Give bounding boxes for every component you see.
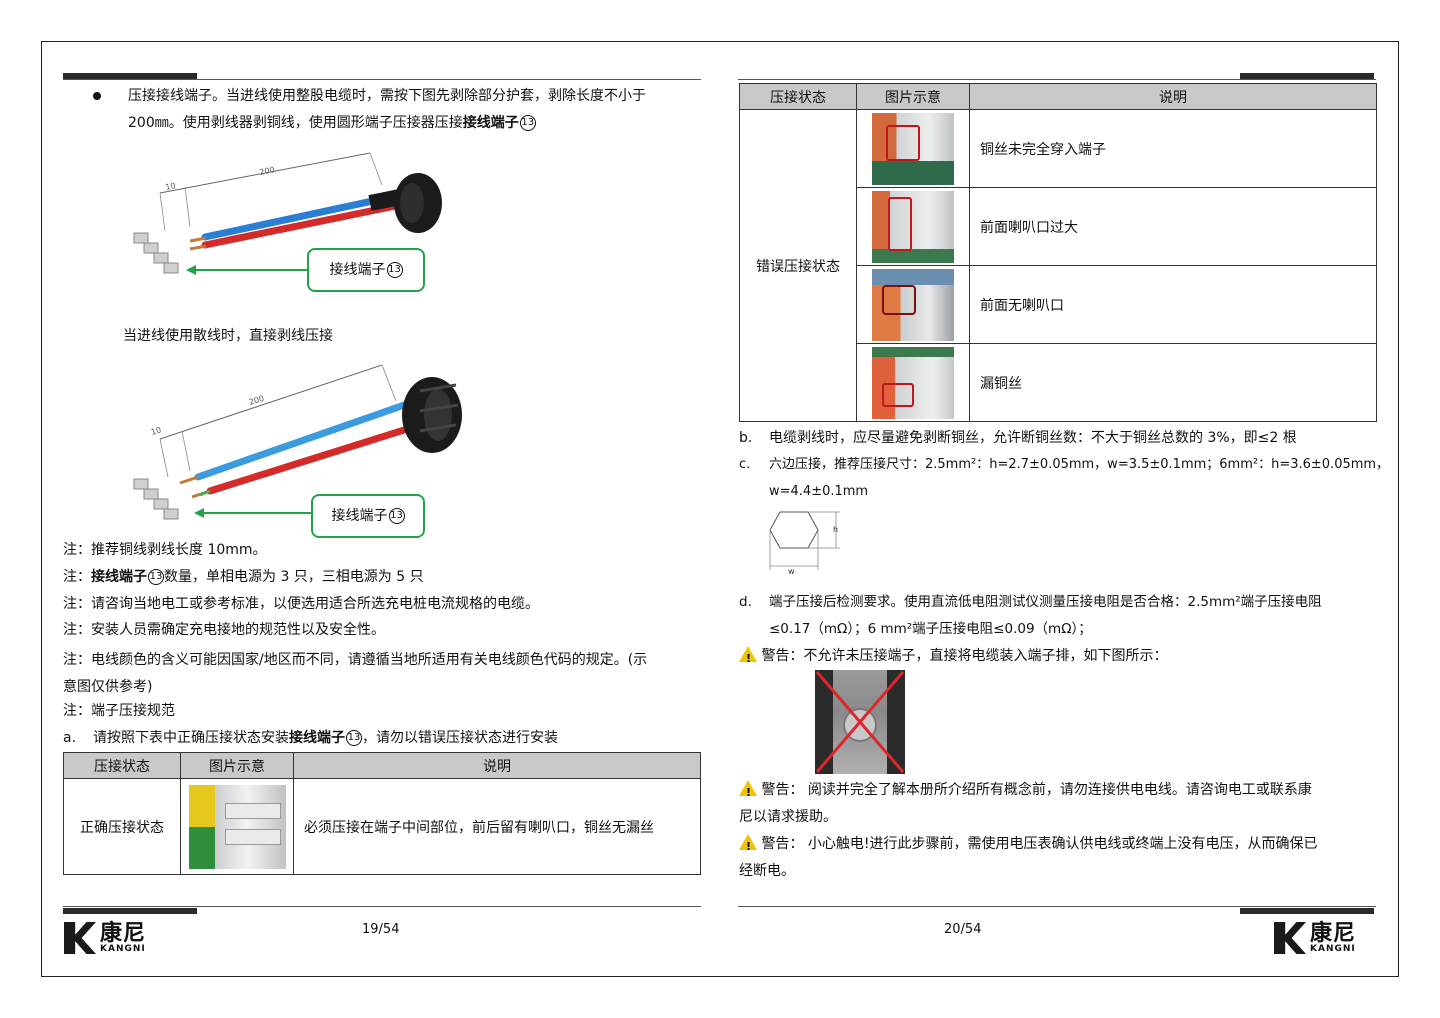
wrong-desc-3: 前面无喇叭口 [969, 265, 1377, 344]
row-state: 正确压接状态 [63, 778, 181, 875]
wrong-crimp-photo-3 [872, 268, 954, 341]
hex-w-label: w [788, 567, 795, 574]
warning-icon [739, 646, 757, 669]
note-wire-colors-line2: 意图仅供参考) [63, 679, 153, 695]
wrong-desc-1: 铜丝未完全穿入端子 [969, 109, 1377, 188]
warning-read-manual-line1: 警告： 阅读并完全了解本册所介绍所有概念前，请勿连接供电电线。请咨询电工或联系康 [739, 780, 1312, 803]
item-d-line1: d. 端子压接后检测要求。使用直流低电阻测试仪测量压接电阻是否合格：2.5mm²端… [739, 594, 1322, 610]
note-terminal-count: 注：接线端子 13 数量，单相电源为 3 只，三相电源为 5 只 [63, 569, 424, 585]
dim-10-label: 10 [165, 181, 177, 192]
footer-bar-right [1240, 908, 1374, 914]
wrong-crimp-photo-1 [872, 112, 954, 185]
wrong-photo-cell-1 [856, 109, 970, 188]
col-header-picture: 图片示意 [180, 752, 294, 779]
footer-rule-right [738, 906, 1376, 907]
page-number-right: 20/54 [944, 922, 982, 937]
dim-10-label-2: 10 [150, 425, 162, 437]
warning-read-manual-line2: 尼以请求援助。 [739, 809, 837, 825]
dim-200-label: 200 [259, 165, 276, 177]
note-strip-length: 注：推荐铜线剥线长度 10mm。 [63, 542, 267, 558]
warning-electric-shock-line1: 警告： 小心触电!进行此步骤前，需使用电压表确认供电线或终端上没有电压，从而确保… [739, 834, 1318, 857]
kangni-logo-right: 康尼 KANGNI [1274, 922, 1356, 954]
terminal-lugs-2 [133, 478, 179, 520]
wrong-crimp-photo-2 [872, 190, 954, 263]
wrong-crimp-table: 压接状态 图片示意 说明 错误压接状态 铜丝未完全穿入端子 前面喇叭口过大 前面… [739, 83, 1377, 422]
item-a: a. 请按照下表中正确压接状态安装接线端子 13 ，请勿以错误压接状态进行安装 [63, 730, 558, 746]
correct-crimp-table: 压接状态 图片示意 说明 正确压接状态 必须压接在端子中间部位，前后留有喇叭口，… [63, 752, 701, 875]
wrong-install-photo [815, 670, 905, 774]
wrong-photo-cell-4 [856, 343, 970, 422]
page-number-left: 19/54 [362, 922, 400, 937]
wrong-desc-4: 漏铜丝 [969, 343, 1377, 422]
footer-rule-left [63, 906, 701, 907]
terminal-lugs [133, 232, 179, 274]
note-consult-electrician: 注：请咨询当地电工或参考标准，以便选用适合所选充电桩电流规格的电缆。 [63, 596, 539, 612]
note-wire-colors-line1: 注：电线颜色的含义可能因国家/地区而不同，请遵循当地所适用有关电线颜色代码的规定… [63, 652, 648, 668]
terminal-callout-2: 接线端子 13 [311, 494, 425, 538]
wrong-photo-cell-2 [856, 187, 970, 266]
warning-electric-shock-line2: 经断电。 [739, 863, 795, 879]
wrong-crimp-photo-4 [872, 346, 954, 419]
warning-no-crimp: 警告：不允许未压接端子，直接将电缆装入端子排，如下图所示： [739, 646, 1167, 669]
wrong-state-label: 错误压接状态 [739, 109, 857, 422]
col-header-picture-2: 图片示意 [856, 83, 970, 110]
footer-bar-left [63, 908, 197, 914]
kangni-logo-mark [1274, 922, 1306, 954]
correct-crimp-photo-cell [180, 778, 294, 875]
kangni-logo-mark [64, 922, 96, 954]
col-header-desc: 说明 [293, 752, 701, 779]
item-c-line1: c. 六边压接，推荐压接尺寸：2.5mm²：h=2.7±0.05mm，w=3.5±… [739, 457, 1390, 472]
kangni-logo-left: 康尼 KANGNI [64, 922, 146, 954]
correct-crimp-photo [188, 784, 286, 869]
col-header-state: 压接状态 [63, 752, 181, 779]
wrong-photo-cell-3 [856, 265, 970, 344]
note-crimp-spec: 注：端子压接规范 [63, 703, 175, 719]
col-header-desc-2: 说明 [969, 83, 1377, 110]
warning-icon [739, 834, 757, 857]
col-header-state-2: 压接状态 [739, 83, 857, 110]
terminal-callout-1: 接线端子 13 [307, 248, 425, 292]
header-rule-right [738, 79, 1376, 80]
header-rule-left [63, 79, 701, 80]
bullet-dot [93, 92, 101, 100]
wrong-desc-2: 前面喇叭口过大 [969, 187, 1377, 266]
prohibited-cross-icon [815, 671, 905, 773]
bullet-text-line1: 压接接线端子。当进线使用整股电缆时，需按下图先剥除部分护套，剥除长度不小于 [128, 88, 646, 104]
item-c-line2: w=4.4±0.1mm [769, 484, 869, 499]
loose-wire-text: 当进线使用散线时，直接剥线压接 [123, 328, 333, 344]
bullet-text-line2: 200㎜。使用剥线器剥铜线，使用圆形端子压接器压接接线端子 13 [128, 115, 536, 131]
note-grounding: 注：安装人员需确定充电接地的规范性以及安全性。 [63, 622, 385, 638]
hexagon-crimp-diagram: h w [769, 511, 840, 574]
row-desc: 必须压接在端子中间部位，前后留有喇叭口，铜丝无漏丝 [293, 778, 701, 875]
hex-h-label: h [833, 525, 838, 534]
warning-icon [739, 780, 757, 803]
item-d-line2: ≤0.17（mΩ）；6 mm²端子压接电阻≤0.09（mΩ）； [769, 621, 1092, 637]
item-b: b. 电缆剥线时，应尽量避免剥断铜丝，允许断铜丝数：不大于铜丝总数的 3%，即≤2… [739, 430, 1297, 446]
